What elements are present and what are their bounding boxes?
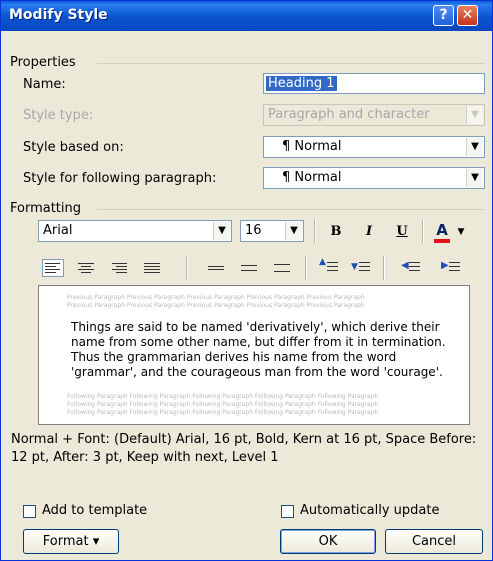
increase-indent-icon[interactable]: ▶ [441,259,461,275]
previous-paragraph-text: Previous Paragraph Previous Paragraph Pr… [67,294,365,301]
title-bar[interactable]: Modify Style ? ✕ [1,1,492,31]
following-paragraph-text: Following Paragraph Following Paragraph … [67,393,379,400]
following-paragraph-label: Style for following paragraph: [23,171,217,186]
properties-divider [97,63,485,64]
justify-icon[interactable] [142,260,162,276]
window-title: Modify Style [9,7,108,23]
one-half-spacing-icon[interactable] [239,260,259,276]
toolbar-separator [383,256,385,280]
style-type-select: Paragraph and character ▼ [263,104,485,126]
cancel-button[interactable]: Cancel [385,529,483,554]
style-preview: Previous Paragraph Previous Paragraph Pr… [38,285,470,425]
align-center-icon[interactable] [76,260,96,276]
previous-paragraph-text: Previous Paragraph Previous Paragraph Pr… [67,302,365,309]
following-paragraph-value: ¶ Normal [282,170,342,185]
chevron-down-icon[interactable]: ▼ [213,222,230,240]
help-button[interactable]: ? [433,5,454,26]
font-value: Arial [43,223,73,238]
font-select[interactable]: Arial ▼ [38,220,232,242]
single-spacing-icon[interactable] [206,260,226,276]
decrease-indent-icon[interactable]: ◀ [401,259,421,275]
based-on-value: ¶ Normal [282,139,342,154]
align-right-icon[interactable] [109,260,129,276]
following-paragraph-text: Following Paragraph Following Paragraph … [67,409,379,416]
space-before-decrease-icon[interactable]: ▼ [351,259,371,275]
chevron-down-icon: ▼ [466,106,483,124]
modify-style-dialog: Modify Style ? ✕ Properties Name: Headin… [0,0,493,561]
italic-button[interactable]: I [357,221,381,243]
font-size-value: 16 [245,223,262,238]
double-spacing-icon[interactable] [272,260,292,276]
style-description: Normal + Font: (Default) Arial, 16 pt, B… [11,432,477,465]
toolbar-separator [305,256,307,280]
space-before-increase-icon[interactable]: ▲ [319,257,339,275]
chevron-down-icon[interactable]: ▼ [466,138,483,156]
underline-button[interactable]: U [390,221,414,243]
based-on-select[interactable]: ¶ Normal ▼ [263,136,485,158]
font-color-dropdown-icon[interactable]: ▼ [455,221,467,243]
auto-update-checkbox[interactable] [281,505,294,518]
close-button[interactable]: ✕ [457,5,478,26]
align-left-icon[interactable] [42,259,64,277]
format-menu-button[interactable]: Format ▾ [23,529,119,554]
font-color-letter: A [436,221,448,239]
font-size-select[interactable]: 16 ▼ [240,220,304,242]
auto-update-label[interactable]: Automatically update [300,503,440,518]
toolbar-separator [422,219,424,243]
name-label: Name: [23,77,66,92]
based-on-label: Style based on: [23,140,124,155]
toolbar-separator [314,219,316,243]
chevron-down-icon[interactable]: ▼ [466,169,483,187]
preview-sample-text: Things are said to be named 'derivativel… [71,320,446,379]
font-color-swatch [434,239,450,243]
following-paragraph-select[interactable]: ¶ Normal ▼ [263,167,485,189]
formatting-group-label: Formatting [10,201,82,216]
toolbar-separator [186,256,188,280]
name-value: Heading 1 [266,76,337,91]
bold-button[interactable]: B [324,221,348,243]
name-field[interactable]: Heading 1 [263,73,485,94]
add-to-template-label[interactable]: Add to template [42,503,147,518]
properties-group-label: Properties [10,55,76,70]
font-color-button[interactable]: A [431,219,453,243]
ok-button[interactable]: OK [280,529,376,554]
following-paragraph-text: Following Paragraph Following Paragraph … [67,401,379,408]
formatting-divider [97,209,485,210]
chevron-down-icon[interactable]: ▼ [285,222,302,240]
style-type-value: Paragraph and character [268,107,430,122]
style-type-label: Style type: [23,108,94,123]
add-to-template-checkbox[interactable] [23,505,36,518]
